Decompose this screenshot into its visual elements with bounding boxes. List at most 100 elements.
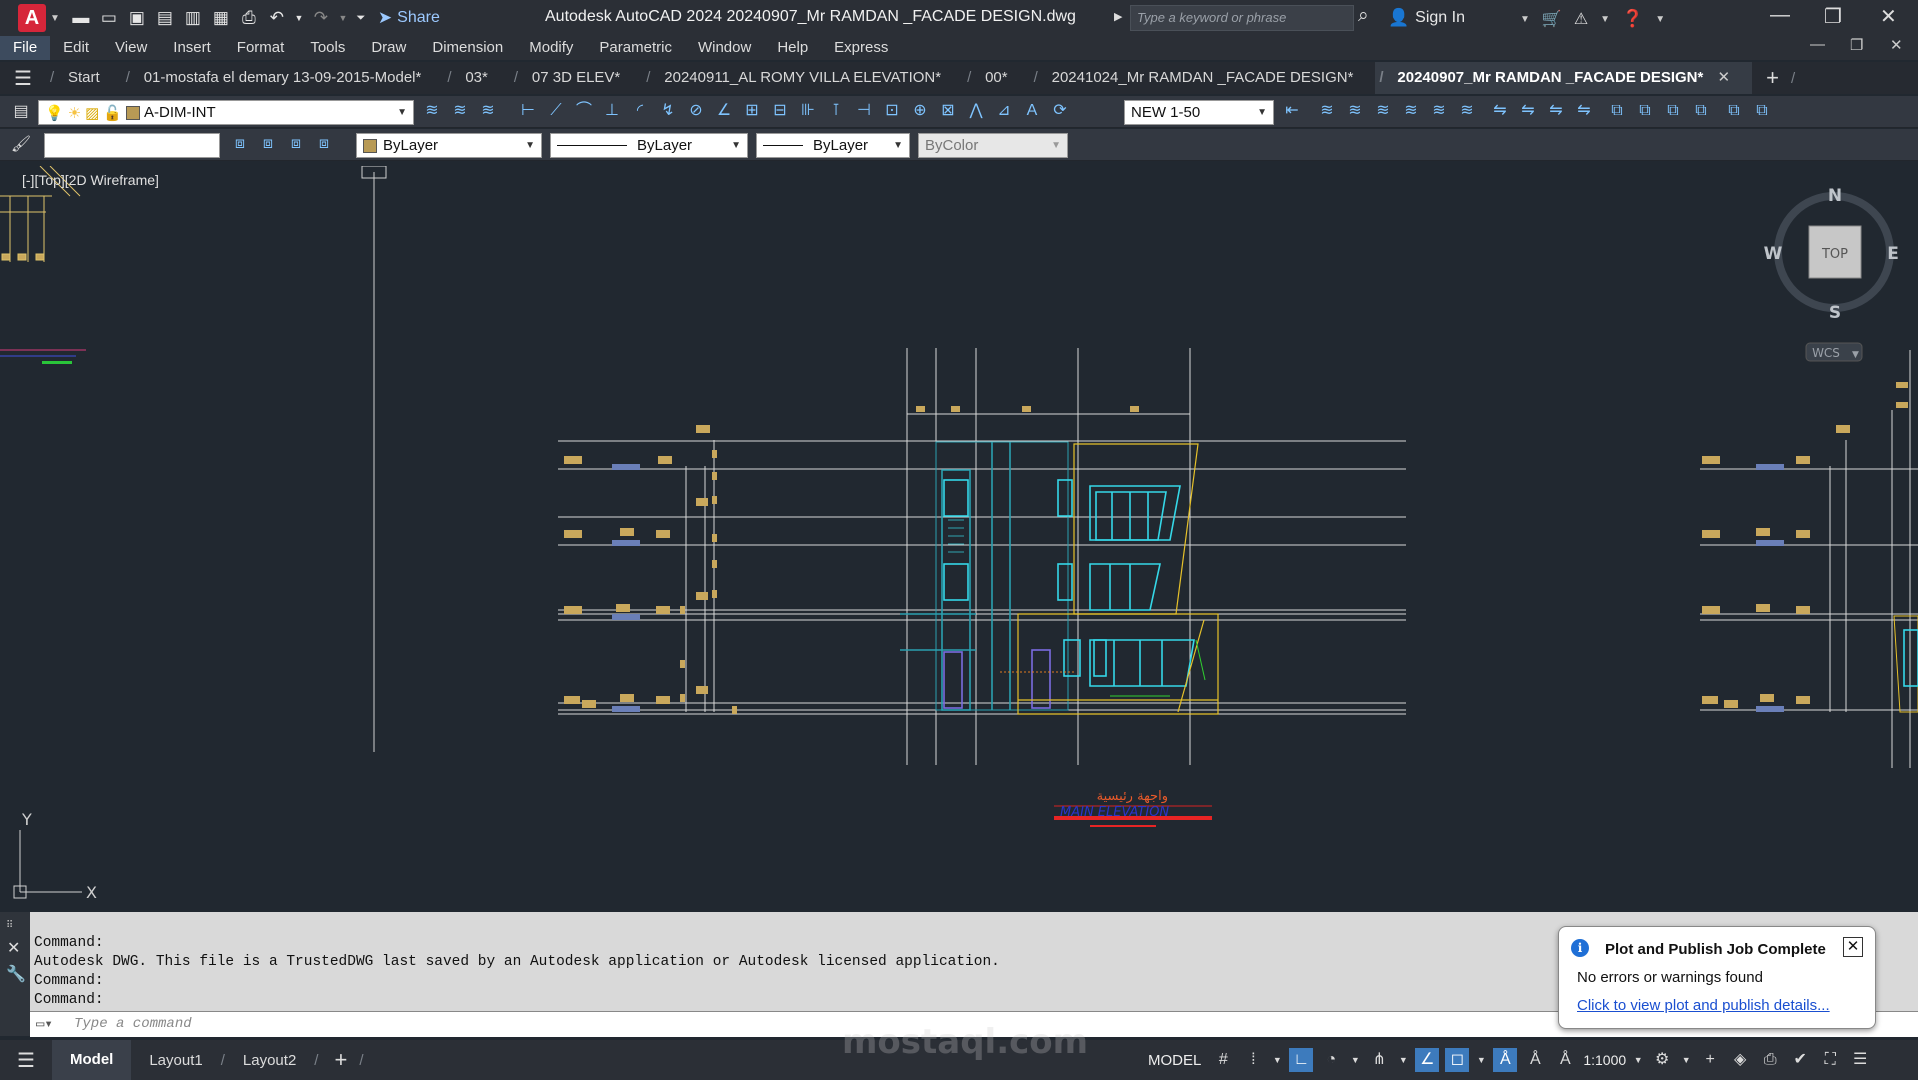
help-search-input[interactable]: Type a keyword or phrase	[1130, 5, 1354, 31]
menu-draw[interactable]: Draw	[358, 36, 419, 60]
angular-dim-icon[interactable]: ∠	[713, 100, 735, 122]
minimize-icon[interactable]: —	[1770, 4, 1790, 27]
scale-dropdown-icon[interactable]: ▼	[1632, 1048, 1644, 1072]
menu-modify[interactable]: Modify	[516, 36, 586, 60]
tab-file[interactable]: 07 3D ELEV*	[510, 62, 642, 94]
open-web-icon[interactable]: ▥	[182, 7, 204, 29]
menu-window[interactable]: Window	[685, 36, 764, 60]
layer-copy-icon[interactable]: ⇋	[1545, 100, 1567, 122]
snap-icon[interactable]: ⁞	[1241, 1048, 1265, 1072]
menu-insert[interactable]: Insert	[160, 36, 224, 60]
layer-off-icon[interactable]: ≋	[1400, 100, 1422, 122]
text-to-front-icon[interactable]: ⧉	[1723, 100, 1745, 122]
grid-icon[interactable]: #	[1211, 1048, 1235, 1072]
radius-dim-icon[interactable]: ◜	[629, 100, 651, 122]
menu-close-icon[interactable]: ✕	[1890, 36, 1903, 54]
viewcube-top-face[interactable]: TOP	[1821, 247, 1848, 262]
dim-text-edit-icon[interactable]: A	[1021, 100, 1043, 122]
tab-file-active[interactable]: 20240907_Mr RAMDAN _FACADE DESIGN* ✕	[1375, 62, 1753, 94]
command-window-handle[interactable]: ⠿ ✕ 🔧	[0, 912, 30, 1036]
dim-break-icon[interactable]: ⊣	[853, 100, 875, 122]
tab-layout2[interactable]: Layout2	[225, 1052, 314, 1069]
layer-unisolate-icon[interactable]: ≋	[1372, 100, 1394, 122]
wrench-icon[interactable]: 🔧	[6, 964, 26, 984]
polar-dropdown-icon[interactable]: ▼	[1349, 1048, 1361, 1072]
app-menu-chevron-icon[interactable]: ▼	[50, 13, 60, 24]
maximize-icon[interactable]: ❐	[1824, 4, 1842, 29]
isodraft-dropdown-icon[interactable]: ▼	[1397, 1048, 1409, 1072]
menu-express[interactable]: Express	[821, 36, 901, 60]
search-icon[interactable]: ⌕	[1358, 5, 1369, 27]
create-block-icon[interactable]: ⧈	[257, 133, 279, 155]
layer-delete-icon[interactable]: ⇋	[1517, 100, 1539, 122]
polar-icon[interactable]: ◔	[1319, 1048, 1343, 1072]
layer-freeze-icon[interactable]: ≋	[1428, 100, 1450, 122]
compass-south[interactable]: S	[1829, 303, 1841, 323]
snap-dropdown-icon[interactable]: ▼	[1271, 1048, 1283, 1072]
layer-walk-icon[interactable]: ≋	[1316, 100, 1338, 122]
center-mark-icon[interactable]: ⊕	[909, 100, 931, 122]
layer-merge-icon[interactable]: ⇋	[1489, 100, 1511, 122]
annotation-visibility-icon[interactable]: Å	[1493, 1048, 1518, 1072]
plot-status-icon[interactable]: ⎙	[1758, 1048, 1782, 1072]
color-dropdown[interactable]: ByLayer ▼	[356, 133, 542, 158]
menu-view[interactable]: View	[102, 36, 160, 60]
layer-change-icon[interactable]: ⇋	[1573, 100, 1595, 122]
ordinate-dim-icon[interactable]: ⊥	[601, 100, 623, 122]
menu-restore-icon[interactable]: ❐	[1850, 36, 1863, 54]
menu-tools[interactable]: Tools	[297, 36, 358, 60]
menu-minimize-icon[interactable]: —	[1810, 36, 1825, 53]
compass-west[interactable]: W	[1764, 244, 1783, 264]
close-command-icon[interactable]: ✕	[7, 938, 20, 958]
layer-properties-icon[interactable]: ▤	[10, 101, 32, 123]
help-icon[interactable]: ❓	[1622, 9, 1643, 29]
tab-start[interactable]: Start	[46, 62, 122, 94]
osnap-icon[interactable]: ◻	[1445, 1048, 1470, 1072]
osnap-dropdown-icon[interactable]: ▼	[1475, 1048, 1487, 1072]
dim-style-dropdown[interactable]: NEW 1-50 ▼	[1124, 100, 1274, 125]
undo-icon[interactable]: ↶	[266, 7, 288, 29]
undo-dropdown-icon[interactable]: ▼	[294, 7, 304, 29]
open-file-icon[interactable]: ▭	[98, 7, 120, 29]
trusted-dwg-icon[interactable]: ✔	[1788, 1048, 1812, 1072]
command-prompt-icon[interactable]: ▭▾	[36, 1016, 53, 1033]
workspace-dropdown-icon[interactable]: ▼	[1680, 1048, 1692, 1072]
grip-icon[interactable]: ⠿	[6, 920, 13, 931]
wcs-label[interactable]: WCS	[1812, 346, 1840, 360]
share-button[interactable]: ➤ Share	[378, 8, 440, 28]
match-layer-icon[interactable]: ≋	[449, 100, 471, 122]
workspace-gear-icon[interactable]: ⚙	[1650, 1048, 1674, 1072]
hatch-to-back-icon[interactable]: ⧉	[1751, 100, 1773, 122]
model-space-button[interactable]: MODEL	[1148, 1052, 1201, 1069]
close-notification-icon[interactable]: ✕	[1843, 937, 1863, 957]
dim-edit-icon[interactable]: ⊿	[993, 100, 1015, 122]
layout-menu-icon[interactable]: ☰	[0, 1048, 52, 1073]
jogged-linear-icon[interactable]: ⋀	[965, 100, 987, 122]
save-icon[interactable]: ▣	[126, 7, 148, 29]
workspace-input[interactable]	[44, 133, 220, 158]
lineweight-dropdown[interactable]: ByLayer ▼	[756, 133, 910, 158]
jogged-dim-icon[interactable]: ↯	[657, 100, 679, 122]
dim-update-icon[interactable]: ⟳	[1049, 100, 1071, 122]
autocad-logo-button[interactable]: A	[18, 4, 46, 32]
help-dropdown-icon[interactable]: ▼	[1655, 14, 1665, 25]
linear-dim-icon[interactable]: ⊢	[517, 100, 539, 122]
drawing-canvas[interactable]: واجهة رئيسية MAIN ELEVATION Y X TOP N S …	[0, 166, 1918, 912]
tab-file[interactable]: 20240911_AL ROMY VILLA ELEVATION*	[642, 62, 963, 94]
menu-edit[interactable]: Edit	[50, 36, 102, 60]
tab-layout1[interactable]: Layout1	[131, 1052, 220, 1069]
draw-order-front-icon[interactable]: ⧉	[1606, 100, 1628, 122]
layer-isolate-icon[interactable]: ≋	[1344, 100, 1366, 122]
tab-model[interactable]: Model	[52, 1040, 132, 1080]
close-window-icon[interactable]: ✕	[1880, 4, 1897, 29]
inspect-icon[interactable]: ⊠	[937, 100, 959, 122]
tab-file[interactable]: 03*	[443, 62, 510, 94]
menu-file[interactable]: File	[0, 36, 51, 60]
linetype-dropdown[interactable]: ByLayer ▼	[550, 133, 748, 158]
diameter-dim-icon[interactable]: ⊘	[685, 100, 707, 122]
layer-lock-icon[interactable]: ≋	[1456, 100, 1478, 122]
auto-scale-icon[interactable]: Å	[1523, 1048, 1547, 1072]
previous-layer-icon[interactable]: ≋	[477, 100, 499, 122]
plot-details-link[interactable]: Click to view plot and publish details..…	[1577, 997, 1830, 1014]
a360-dropdown-icon[interactable]: ▼	[1600, 14, 1610, 25]
